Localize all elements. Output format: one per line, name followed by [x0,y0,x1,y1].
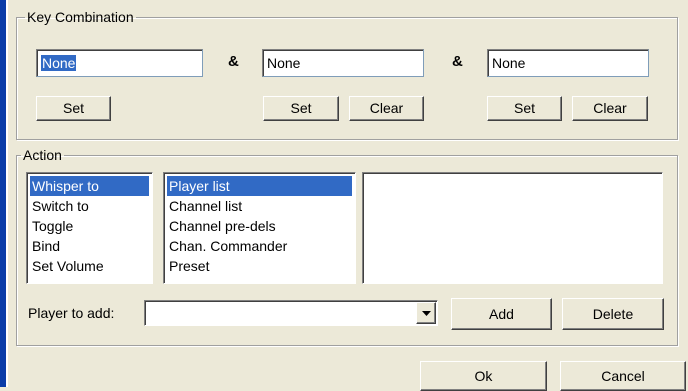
player-list[interactable] [362,172,663,284]
key-separator-1: & [228,53,239,70]
target-item[interactable]: Chan. Commander [167,236,352,256]
target-item[interactable]: Channel list [167,196,352,216]
target-item[interactable]: Player list [167,176,352,196]
player-to-add-label: Player to add: [28,305,115,321]
key3-set-button[interactable]: Set [487,96,562,121]
target-item[interactable]: Preset [167,256,352,276]
key2-set-button[interactable]: Set [263,96,339,121]
player-to-add-combo[interactable] [144,300,438,326]
action-type-item[interactable]: Switch to [30,196,149,216]
window-left-border [0,0,8,387]
key2-field[interactable]: None [262,49,424,77]
target-list[interactable]: Player list Channel list Channel pre-del… [163,172,356,284]
key3-clear-button[interactable]: Clear [572,96,648,121]
action-type-item[interactable]: Bind [30,236,149,256]
target-item[interactable]: Channel pre-dels [167,216,352,236]
key2-value: None [267,55,301,71]
dropdown-arrow-icon[interactable] [416,302,436,324]
action-type-item[interactable]: Whisper to [30,176,149,196]
key2-clear-button[interactable]: Clear [349,96,424,121]
action-type-list[interactable]: Whisper to Switch to Toggle Bind Set Vol… [26,172,153,284]
key1-field[interactable]: None [36,49,203,77]
key1-value: None [41,55,77,71]
key3-value: None [492,55,526,71]
key-combination-legend: Key Combination [27,9,134,25]
add-button[interactable]: Add [451,298,552,330]
key3-field[interactable]: None [487,49,649,77]
action-legend: Action [23,147,62,163]
action-type-item[interactable]: Toggle [30,216,149,236]
action-type-item[interactable]: Set Volume [30,256,149,276]
key-separator-2: & [452,53,463,70]
delete-button[interactable]: Delete [562,298,664,330]
key1-set-button[interactable]: Set [36,96,111,121]
